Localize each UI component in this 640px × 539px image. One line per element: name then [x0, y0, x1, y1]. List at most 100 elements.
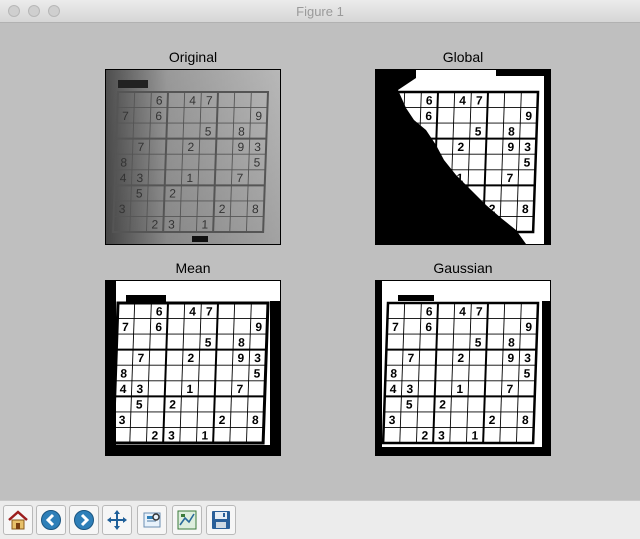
sudoku-digit: 7	[137, 140, 144, 154]
sudoku-digit: 6	[425, 109, 432, 123]
navigation-toolbar	[0, 500, 640, 539]
sudoku-digit: 1	[201, 429, 208, 443]
sudoku-digit: 1	[186, 171, 193, 185]
save-button[interactable]	[206, 505, 236, 535]
forward-button[interactable]	[69, 505, 99, 535]
sudoku-digit: 4	[189, 304, 196, 318]
back-arrow-icon	[41, 510, 61, 530]
sudoku-digit: 4	[120, 171, 127, 185]
zoom-rect-icon	[143, 512, 161, 528]
sudoku-gaussian-image: 6 4 77 6 95 87 2 9 38 54 3 1 75 23 2 82 3 1	[376, 281, 550, 455]
sudoku-digit: 4	[120, 382, 127, 396]
image-gaussian: 64776958729385431752328231	[375, 280, 551, 456]
sudoku-digit: 3	[168, 429, 175, 443]
sudoku-digit: 8	[252, 413, 259, 427]
sudoku-digit: 2	[151, 218, 158, 232]
sudoku-digit: 2	[218, 202, 225, 216]
sudoku-digit: 7	[506, 382, 513, 396]
subplot-title: Global	[442, 49, 484, 65]
window-titlebar: Figure 1	[0, 0, 640, 23]
sudoku-digit: 4	[459, 304, 466, 318]
sudoku-digit: 2	[488, 413, 495, 427]
sudoku-digit: 1	[456, 382, 463, 396]
sudoku-digit: 5	[253, 156, 260, 170]
sudoku-digit: 3	[438, 429, 445, 443]
sudoku-digit: 9	[525, 109, 532, 123]
sudoku-digit: 4	[189, 93, 196, 107]
sudoku-digit: 8	[522, 202, 529, 216]
sudoku-digit: 5	[523, 156, 530, 170]
sudoku-digit: 5	[253, 367, 260, 381]
sudoku-digit: 7	[476, 93, 483, 107]
sudoku-digit: 3	[118, 413, 125, 427]
sudoku-digit: 8	[508, 124, 515, 138]
sudoku-digit: 5	[205, 124, 212, 138]
sudoku-digit: 6	[156, 93, 163, 107]
sudoku-digit: 2	[187, 351, 194, 365]
sudoku-digit: 1	[201, 218, 208, 232]
sudoku-mean-image: 6 4 77 6 95 87 2 9 38 54 3 1 75 23 2 82 3 1	[106, 281, 280, 455]
home-icon	[8, 510, 28, 530]
sudoku-digit: 2	[457, 351, 464, 365]
sudoku-digit: 8	[522, 413, 529, 427]
subplots-icon	[177, 510, 197, 530]
sudoku-digit: 2	[151, 429, 158, 443]
sudoku-digit: 7	[206, 304, 213, 318]
sudoku-digit: 6	[156, 304, 163, 318]
image-mean: 64776958729385431752328231	[105, 280, 281, 456]
sudoku-digit: 3	[136, 382, 143, 396]
sudoku-digit: 2	[169, 187, 176, 201]
subplot-global: Global 64776958729385431752328231	[375, 49, 551, 245]
sudoku-digit: 2	[218, 413, 225, 427]
home-button[interactable]	[3, 505, 33, 535]
sudoku-digit: 8	[390, 367, 397, 381]
sudoku-digit: 6	[155, 109, 162, 123]
sudoku-global-image: 64776958729385431752328231	[376, 70, 550, 244]
sudoku-digit: 8	[120, 367, 127, 381]
sudoku-digit: 7	[407, 351, 414, 365]
sudoku-digit: 3	[388, 413, 395, 427]
sudoku-digit: 5	[523, 367, 530, 381]
sudoku-digit: 8	[508, 335, 515, 349]
sudoku-digit: 4	[390, 382, 397, 396]
sudoku-digit: 8	[120, 156, 127, 170]
image-original: 64776958729385431752328231	[105, 69, 281, 245]
sudoku-digit: 9	[507, 351, 514, 365]
sudoku-digit: 4	[459, 93, 466, 107]
back-button[interactable]	[36, 505, 66, 535]
subplot-mean: Mean 64776958729385431752328231	[105, 260, 281, 456]
save-icon	[212, 511, 230, 529]
sudoku-digit: 6	[425, 320, 432, 334]
sudoku-digit: 7	[206, 93, 213, 107]
sudoku-digit: 7	[506, 171, 513, 185]
sudoku-digit: 7	[122, 320, 129, 334]
sudoku-digit: 2	[187, 140, 194, 154]
sudoku-digit: 3	[254, 140, 261, 154]
sudoku-digit: 8	[238, 124, 245, 138]
sudoku-digit: 7	[392, 320, 399, 334]
subplot-original: Original 6 4 7 7 6 9 5 8 7 2 9 3 8 5 4 3…	[105, 49, 281, 245]
subplots-button[interactable]	[172, 505, 202, 535]
sudoku-digit: 1	[471, 429, 478, 443]
sudoku-digit: 7	[137, 351, 144, 365]
sudoku-digit: 6	[426, 93, 433, 107]
sudoku-digit: 5	[475, 124, 482, 138]
subplot-title: Gaussian	[433, 260, 493, 276]
sudoku-original-image: 6 4 77 6 95 87 2 9 38 54 3 1 75 23 2 82 3 1	[106, 70, 280, 244]
figure-canvas[interactable]: Original 6 4 7 7 6 9 5 8 7 2 9 3 8 5 4 3…	[0, 23, 640, 500]
sudoku-digit: 7	[236, 382, 243, 396]
sudoku-digit: 5	[475, 335, 482, 349]
move-icon	[107, 510, 127, 530]
sudoku-digit: 3	[524, 351, 531, 365]
sudoku-digit: 3	[118, 202, 125, 216]
sudoku-digit: 3	[136, 171, 143, 185]
sudoku-digit: 9	[237, 140, 244, 154]
sudoku-digit: 8	[238, 335, 245, 349]
sudoku-digit: 9	[525, 320, 532, 334]
forward-arrow-icon	[74, 510, 94, 530]
sudoku-digit: 1	[186, 382, 193, 396]
sudoku-digit: 3	[406, 382, 413, 396]
sudoku-digit: 5	[205, 335, 212, 349]
zoom-button[interactable]	[137, 505, 167, 535]
pan-button[interactable]	[102, 505, 132, 535]
